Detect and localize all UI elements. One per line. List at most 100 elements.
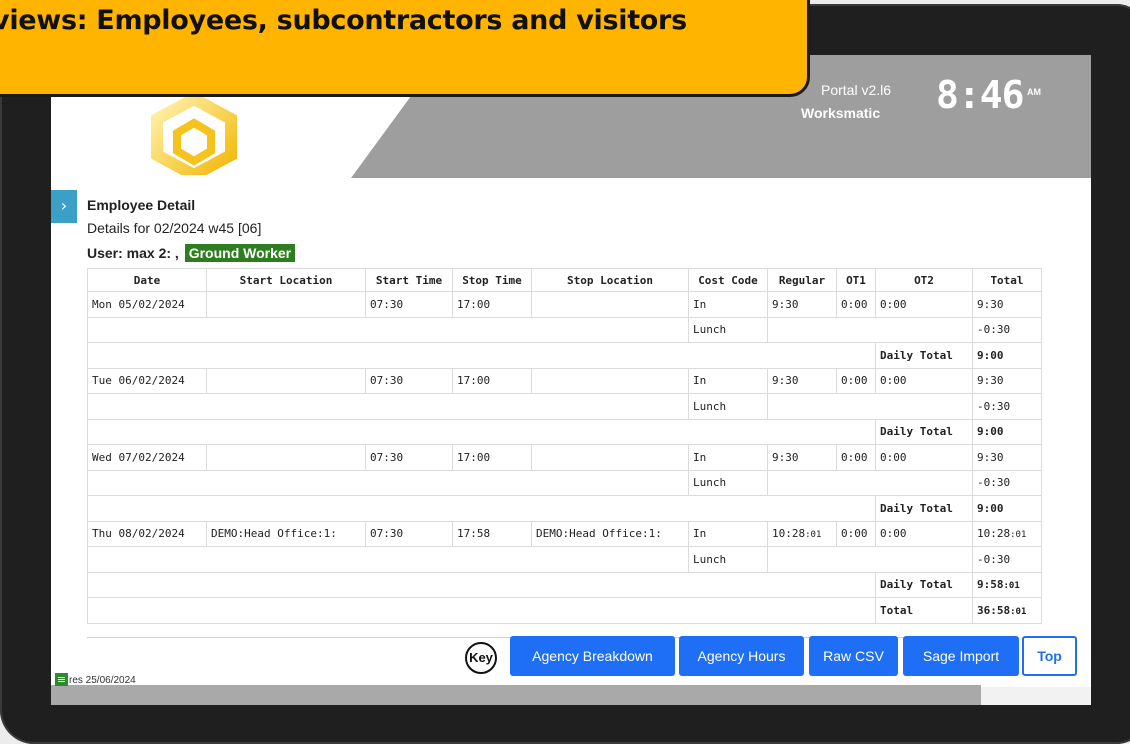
cell-stop-time: 17:58 (452, 520, 532, 547)
total-seconds: :01 (1010, 530, 1027, 541)
cell-regular: 9:30 (767, 367, 837, 394)
agency-breakdown-button[interactable]: Agency Breakdown (510, 636, 675, 676)
column-header: Start Location (206, 268, 366, 292)
column-header: Start Time (365, 268, 453, 292)
daily-total-value: 9:00 (972, 495, 1042, 522)
cell-stop-location: DEMO:Head Office:1: (531, 520, 689, 547)
cell-cost-code: Lunch (688, 393, 768, 420)
daily-total-seconds: :01 (1003, 581, 1020, 592)
cell-ot1: 0:00 (836, 444, 876, 471)
cell-cost-code: In (688, 367, 768, 394)
cell-stop-time: 17:00 (452, 444, 532, 471)
cell-cost-code: Lunch (688, 546, 768, 573)
cell-stop-location (531, 444, 689, 471)
cell-total: -0:30 (972, 469, 1042, 496)
daily-total-row: Daily Total 9:00 (87, 495, 1042, 522)
cell-cost-code: In (688, 520, 768, 547)
cell-start-time: 07:30 (365, 291, 453, 318)
cell-cost-code: In (688, 291, 768, 318)
cell-stop-time: 17:00 (452, 291, 532, 318)
table-row: Mon 05/02/2024 07:30 17:00 In 9:30 0:00 … (87, 291, 1042, 318)
cell-total: 9:30 (972, 367, 1042, 394)
daily-total-value: 9:00 (972, 342, 1042, 369)
cell-ot1: 0:00 (836, 291, 876, 318)
table-row: Thu 08/02/2024 DEMO:Head Office:1: 07:30… (87, 520, 1042, 547)
daily-total-value: 9:00 (972, 418, 1042, 445)
title-banner: erviews: Employees, subcontractors and v… (0, 0, 810, 97)
cell-start-location (206, 444, 366, 471)
cell-stop-location (531, 291, 689, 318)
cell-stop-location (531, 367, 689, 394)
column-header: Date (87, 268, 207, 292)
daily-total-main: 9:58 (977, 578, 1004, 592)
user-line: User: max 2: , Ground Worker (87, 244, 296, 262)
daily-total-value: 9:58:01 (972, 571, 1042, 598)
sidebar-toggle-button[interactable]: › (51, 190, 77, 223)
cell-start-time: 07:30 (365, 367, 453, 394)
grand-total-label: Total (875, 597, 973, 624)
cell-regular: 9:30 (767, 444, 837, 471)
hamburger-menu-icon[interactable]: ≡ (55, 673, 68, 686)
cell-ot2: 0:00 (875, 367, 973, 394)
key-button[interactable]: Key (465, 642, 497, 674)
cell-total: 10:28:01 (972, 520, 1042, 547)
cell-date: Tue 06/02/2024 (87, 367, 207, 394)
regular-seconds: :01 (805, 530, 822, 541)
total-value: 10:28 (977, 527, 1011, 541)
grand-total-seconds: :01 (1010, 606, 1027, 617)
grand-total-row: Total 36:58:01 (87, 597, 1042, 624)
raw-csv-button[interactable]: Raw CSV (809, 636, 898, 676)
daily-total-label: Daily Total (875, 418, 973, 445)
cell-total: -0:30 (972, 316, 1042, 343)
hexagon-logo-icon (151, 95, 237, 175)
daily-total-label: Daily Total (875, 495, 973, 522)
column-header: Cost Code (688, 268, 768, 292)
column-header: Stop Location (531, 268, 689, 292)
timesheet-table: Date Start Location Start Time Stop Time… (87, 268, 1042, 624)
cell-ot2: 0:00 (875, 520, 973, 547)
cell-start-time: 07:30 (365, 444, 453, 471)
cell-start-location (206, 291, 366, 318)
column-header: Regular (767, 268, 837, 292)
cell-ot1: 0:00 (836, 367, 876, 394)
cell-date: Thu 08/02/2024 (87, 520, 207, 547)
cell-start-time: 07:30 (365, 520, 453, 547)
cell-stop-time: 17:00 (452, 367, 532, 394)
chevron-right-icon: › (60, 196, 68, 215)
daily-total-label: Daily Total (875, 342, 973, 369)
footer-bar (51, 685, 981, 705)
cell-ot2: 0:00 (875, 444, 973, 471)
company-name: Worksmatic (801, 105, 881, 121)
cell-regular: 10:28:01 (767, 520, 837, 547)
column-header: Total (972, 268, 1042, 292)
table-row: Wed 07/02/2024 07:30 17:00 In 9:30 0:00 … (87, 444, 1042, 471)
sage-import-button[interactable]: Sage Import (903, 636, 1019, 676)
cell-total: 9:30 (972, 291, 1042, 318)
grand-total-value: 36:58:01 (972, 597, 1042, 624)
cell-date: Wed 07/02/2024 (87, 444, 207, 471)
cell-regular: 9:30 (767, 291, 837, 318)
cell-cost-code: In (688, 444, 768, 471)
daily-total-row: Daily Total 9:00 (87, 342, 1042, 369)
table-row: Lunch -0:30 (87, 316, 1042, 343)
cell-cost-code: Lunch (688, 316, 768, 343)
role-badge: Ground Worker (184, 244, 296, 262)
footer-text: res 25/06/2024 (69, 675, 136, 686)
user-label: User: max 2: , (87, 245, 179, 261)
daily-total-label: Daily Total (875, 571, 973, 598)
table-row: Lunch -0:30 (87, 469, 1042, 496)
table-header-row: Date Start Location Start Time Stop Time… (87, 268, 1042, 292)
column-header: Stop Time (452, 268, 532, 292)
cell-ot1: 0:00 (836, 520, 876, 547)
portal-version: Portal v2.l6 (821, 82, 892, 98)
app-screen: Portal v2.l6 Worksmatic 8:46 AM › Employ… (51, 55, 1091, 705)
cell-start-location: DEMO:Head Office:1: (206, 520, 366, 547)
cell-date: Mon 05/02/2024 (87, 291, 207, 318)
clock-ampm: AM (1027, 87, 1041, 97)
cell-total: -0:30 (972, 546, 1042, 573)
table-row: Lunch -0:30 (87, 546, 1042, 573)
table-row: Lunch -0:30 (87, 393, 1042, 420)
agency-hours-button[interactable]: Agency Hours (679, 636, 804, 676)
top-button[interactable]: Top (1022, 636, 1077, 676)
table-row: Tue 06/02/2024 07:30 17:00 In 9:30 0:00 … (87, 367, 1042, 394)
